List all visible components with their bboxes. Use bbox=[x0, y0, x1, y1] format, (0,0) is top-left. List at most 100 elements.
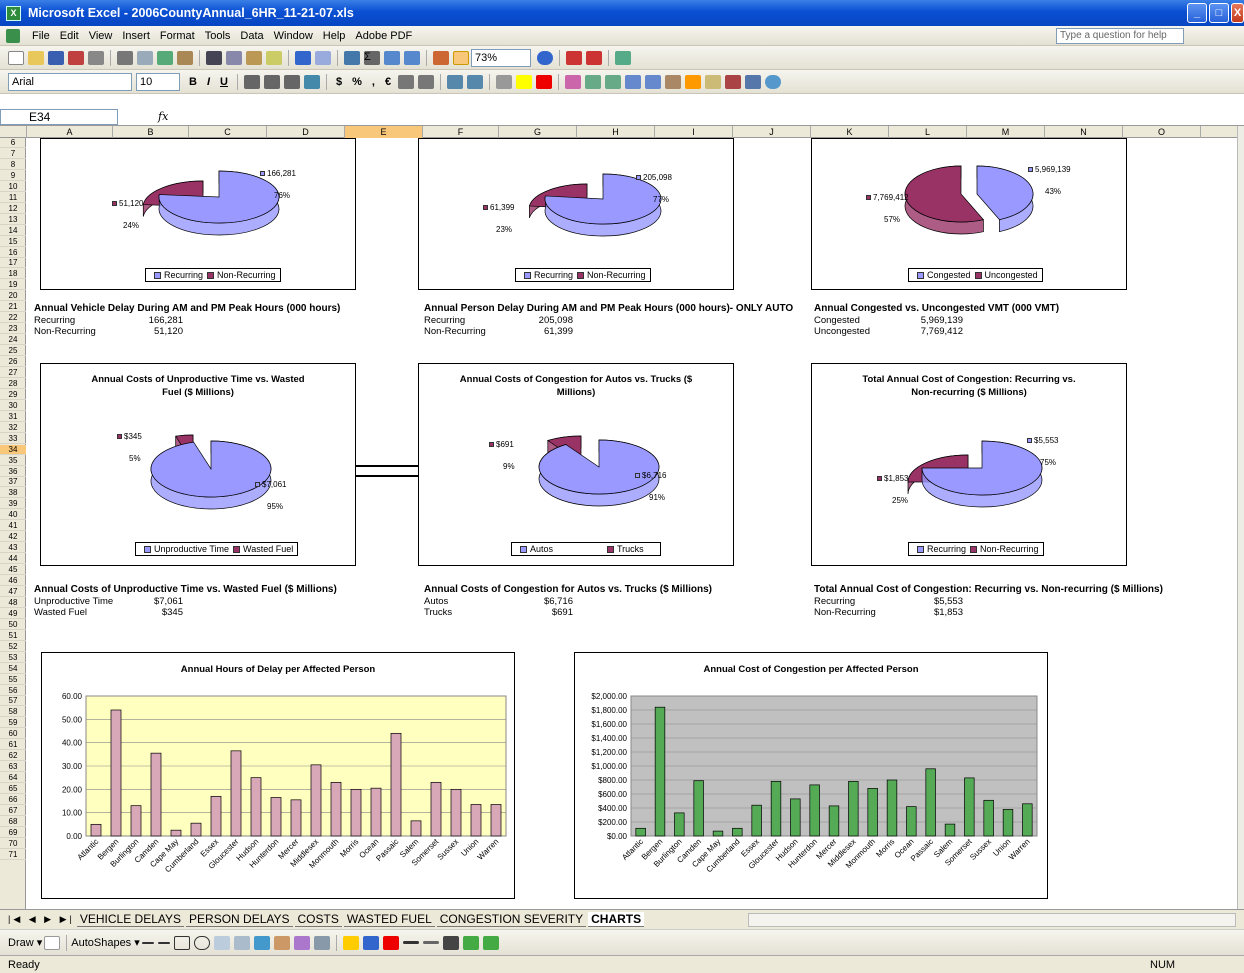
row-header[interactable]: 22 bbox=[0, 313, 26, 324]
maximize-button[interactable]: □ bbox=[1209, 3, 1229, 23]
tab-person-delays[interactable]: PERSON DELAYS bbox=[186, 912, 293, 927]
row-header[interactable]: 17 bbox=[0, 258, 26, 269]
column-header[interactable]: A bbox=[27, 126, 113, 138]
euro-button[interactable]: € bbox=[385, 76, 391, 88]
help-search-input[interactable]: Type a question for help bbox=[1056, 28, 1184, 44]
sort-ascending-icon[interactable] bbox=[384, 50, 400, 65]
name-box[interactable]: E34 bbox=[0, 108, 118, 125]
row-header[interactable]: 69 bbox=[0, 828, 26, 838]
row-header[interactable]: 64 bbox=[0, 773, 26, 784]
drawing-icon[interactable] bbox=[453, 50, 469, 65]
row-header[interactable]: 21 bbox=[0, 302, 26, 313]
bold-button[interactable]: B bbox=[189, 76, 197, 88]
table-cell[interactable]: $345 bbox=[127, 607, 183, 618]
accept-change-icon[interactable] bbox=[605, 74, 622, 89]
row-header[interactable]: 24 bbox=[0, 335, 26, 346]
paste-icon[interactable] bbox=[246, 50, 262, 65]
menu-view[interactable]: View bbox=[89, 30, 113, 42]
tab-charts[interactable]: CHARTS bbox=[588, 912, 645, 927]
align-center-icon[interactable] bbox=[263, 74, 280, 89]
minimize-button[interactable]: _ bbox=[1187, 3, 1207, 23]
row-header[interactable]: 61 bbox=[0, 740, 26, 751]
row-header[interactable]: 20 bbox=[0, 291, 26, 302]
tab-wasted-fuel[interactable]: WASTED FUEL bbox=[343, 912, 435, 927]
line-color-icon[interactable] bbox=[362, 935, 379, 950]
hyperlink-icon[interactable] bbox=[344, 50, 360, 65]
font-size-select[interactable]: 10 bbox=[136, 72, 180, 91]
toolbar-options-icon[interactable] bbox=[565, 74, 582, 89]
chart-total-cost[interactable]: Total Annual Cost of Congestion: Recurri… bbox=[811, 363, 1127, 566]
cut-icon[interactable] bbox=[206, 50, 222, 65]
row-header[interactable]: 9 bbox=[0, 171, 26, 181]
table-cell[interactable]: Non-Recurring bbox=[424, 326, 486, 337]
row-header[interactable]: 32 bbox=[0, 423, 26, 433]
table-cell[interactable]: Unproductive Time bbox=[34, 596, 113, 607]
help-icon[interactable] bbox=[537, 50, 553, 65]
column-header[interactable]: O bbox=[1123, 126, 1201, 138]
row-header[interactable]: 16 bbox=[0, 248, 26, 258]
vertical-scrollbar[interactable] bbox=[1237, 126, 1244, 909]
row-header[interactable]: 23 bbox=[0, 324, 26, 335]
row-header[interactable]: 37 bbox=[0, 477, 26, 488]
percent-button[interactable]: % bbox=[352, 76, 362, 88]
row-header[interactable]: 11 bbox=[0, 193, 26, 203]
column-header[interactable]: K bbox=[811, 126, 889, 138]
row-header[interactable]: 34 bbox=[0, 444, 26, 455]
row-header[interactable]: 54 bbox=[0, 664, 26, 674]
row-header[interactable]: 18 bbox=[0, 269, 26, 280]
table-cell[interactable]: Recurring bbox=[424, 315, 465, 326]
text-box-icon[interactable] bbox=[213, 935, 230, 950]
row-header[interactable]: 43 bbox=[0, 543, 26, 554]
row-header[interactable]: 66 bbox=[0, 795, 26, 805]
horizontal-scrollbar[interactable] bbox=[748, 913, 1236, 927]
column-header[interactable]: J bbox=[733, 126, 811, 138]
row-header[interactable]: 71 bbox=[0, 850, 26, 860]
comma-button[interactable]: , bbox=[372, 76, 375, 88]
vertical-text-box-icon[interactable] bbox=[233, 935, 250, 950]
draw-menu[interactable]: Draw ▾ bbox=[8, 936, 42, 949]
table-cell[interactable]: $691 bbox=[517, 607, 573, 618]
tab-congestion-severity[interactable]: CONGESTION SEVERITY bbox=[436, 912, 587, 927]
menu-file[interactable]: File bbox=[32, 30, 50, 42]
row-header[interactable]: 19 bbox=[0, 280, 26, 291]
select-all-corner[interactable] bbox=[0, 126, 27, 138]
increase-indent-icon[interactable] bbox=[467, 74, 484, 89]
row-header[interactable]: 45 bbox=[0, 565, 26, 576]
chart-fuel[interactable]: Annual Costs of Unproductive Time vs. Wa… bbox=[40, 363, 356, 566]
table-cell[interactable]: Wasted Fuel bbox=[34, 607, 87, 618]
email-icon[interactable] bbox=[88, 50, 104, 65]
table-cell[interactable]: 51,120 bbox=[127, 326, 183, 337]
table-cell[interactable]: 166,281 bbox=[127, 315, 183, 326]
table-cell[interactable]: $5,553 bbox=[907, 596, 963, 607]
decrease-indent-icon[interactable] bbox=[447, 74, 464, 89]
close-button[interactable]: X bbox=[1231, 3, 1244, 23]
track-changes-icon[interactable] bbox=[585, 74, 602, 89]
row-header[interactable]: 52 bbox=[0, 642, 26, 652]
line-icon[interactable] bbox=[141, 941, 154, 944]
row-header[interactable]: 13 bbox=[0, 215, 26, 225]
row-header[interactable]: 31 bbox=[0, 412, 26, 422]
row-header[interactable]: 70 bbox=[0, 839, 26, 849]
borders-icon[interactable] bbox=[496, 74, 513, 89]
comment-icon[interactable] bbox=[625, 74, 642, 89]
column-header[interactable]: D bbox=[267, 126, 345, 138]
row-header[interactable]: 35 bbox=[0, 456, 26, 466]
row-header[interactable]: 36 bbox=[0, 467, 26, 477]
menu-edit[interactable]: Edit bbox=[60, 30, 79, 42]
font-select[interactable]: Arial bbox=[8, 72, 132, 91]
row-header[interactable]: 46 bbox=[0, 576, 26, 586]
row-header[interactable]: 28 bbox=[0, 379, 26, 389]
font-color-icon[interactable] bbox=[382, 935, 399, 950]
chart-autos-trucks[interactable]: Annual Costs of Congestion for Autos vs.… bbox=[418, 363, 734, 566]
table-cell[interactable]: Recurring bbox=[34, 315, 75, 326]
zoom-select[interactable]: 73% bbox=[471, 48, 531, 67]
table-cell[interactable]: $1,853 bbox=[907, 607, 963, 618]
table-cell[interactable]: $6,716 bbox=[517, 596, 573, 607]
table-cell[interactable]: Congested bbox=[814, 315, 860, 326]
row-header[interactable]: 60 bbox=[0, 729, 26, 740]
redo-icon[interactable] bbox=[315, 50, 331, 65]
row-header[interactable]: 7 bbox=[0, 149, 26, 159]
font-color-icon[interactable] bbox=[536, 74, 553, 89]
menu-data[interactable]: Data bbox=[240, 30, 263, 42]
row-header[interactable]: 25 bbox=[0, 346, 26, 357]
